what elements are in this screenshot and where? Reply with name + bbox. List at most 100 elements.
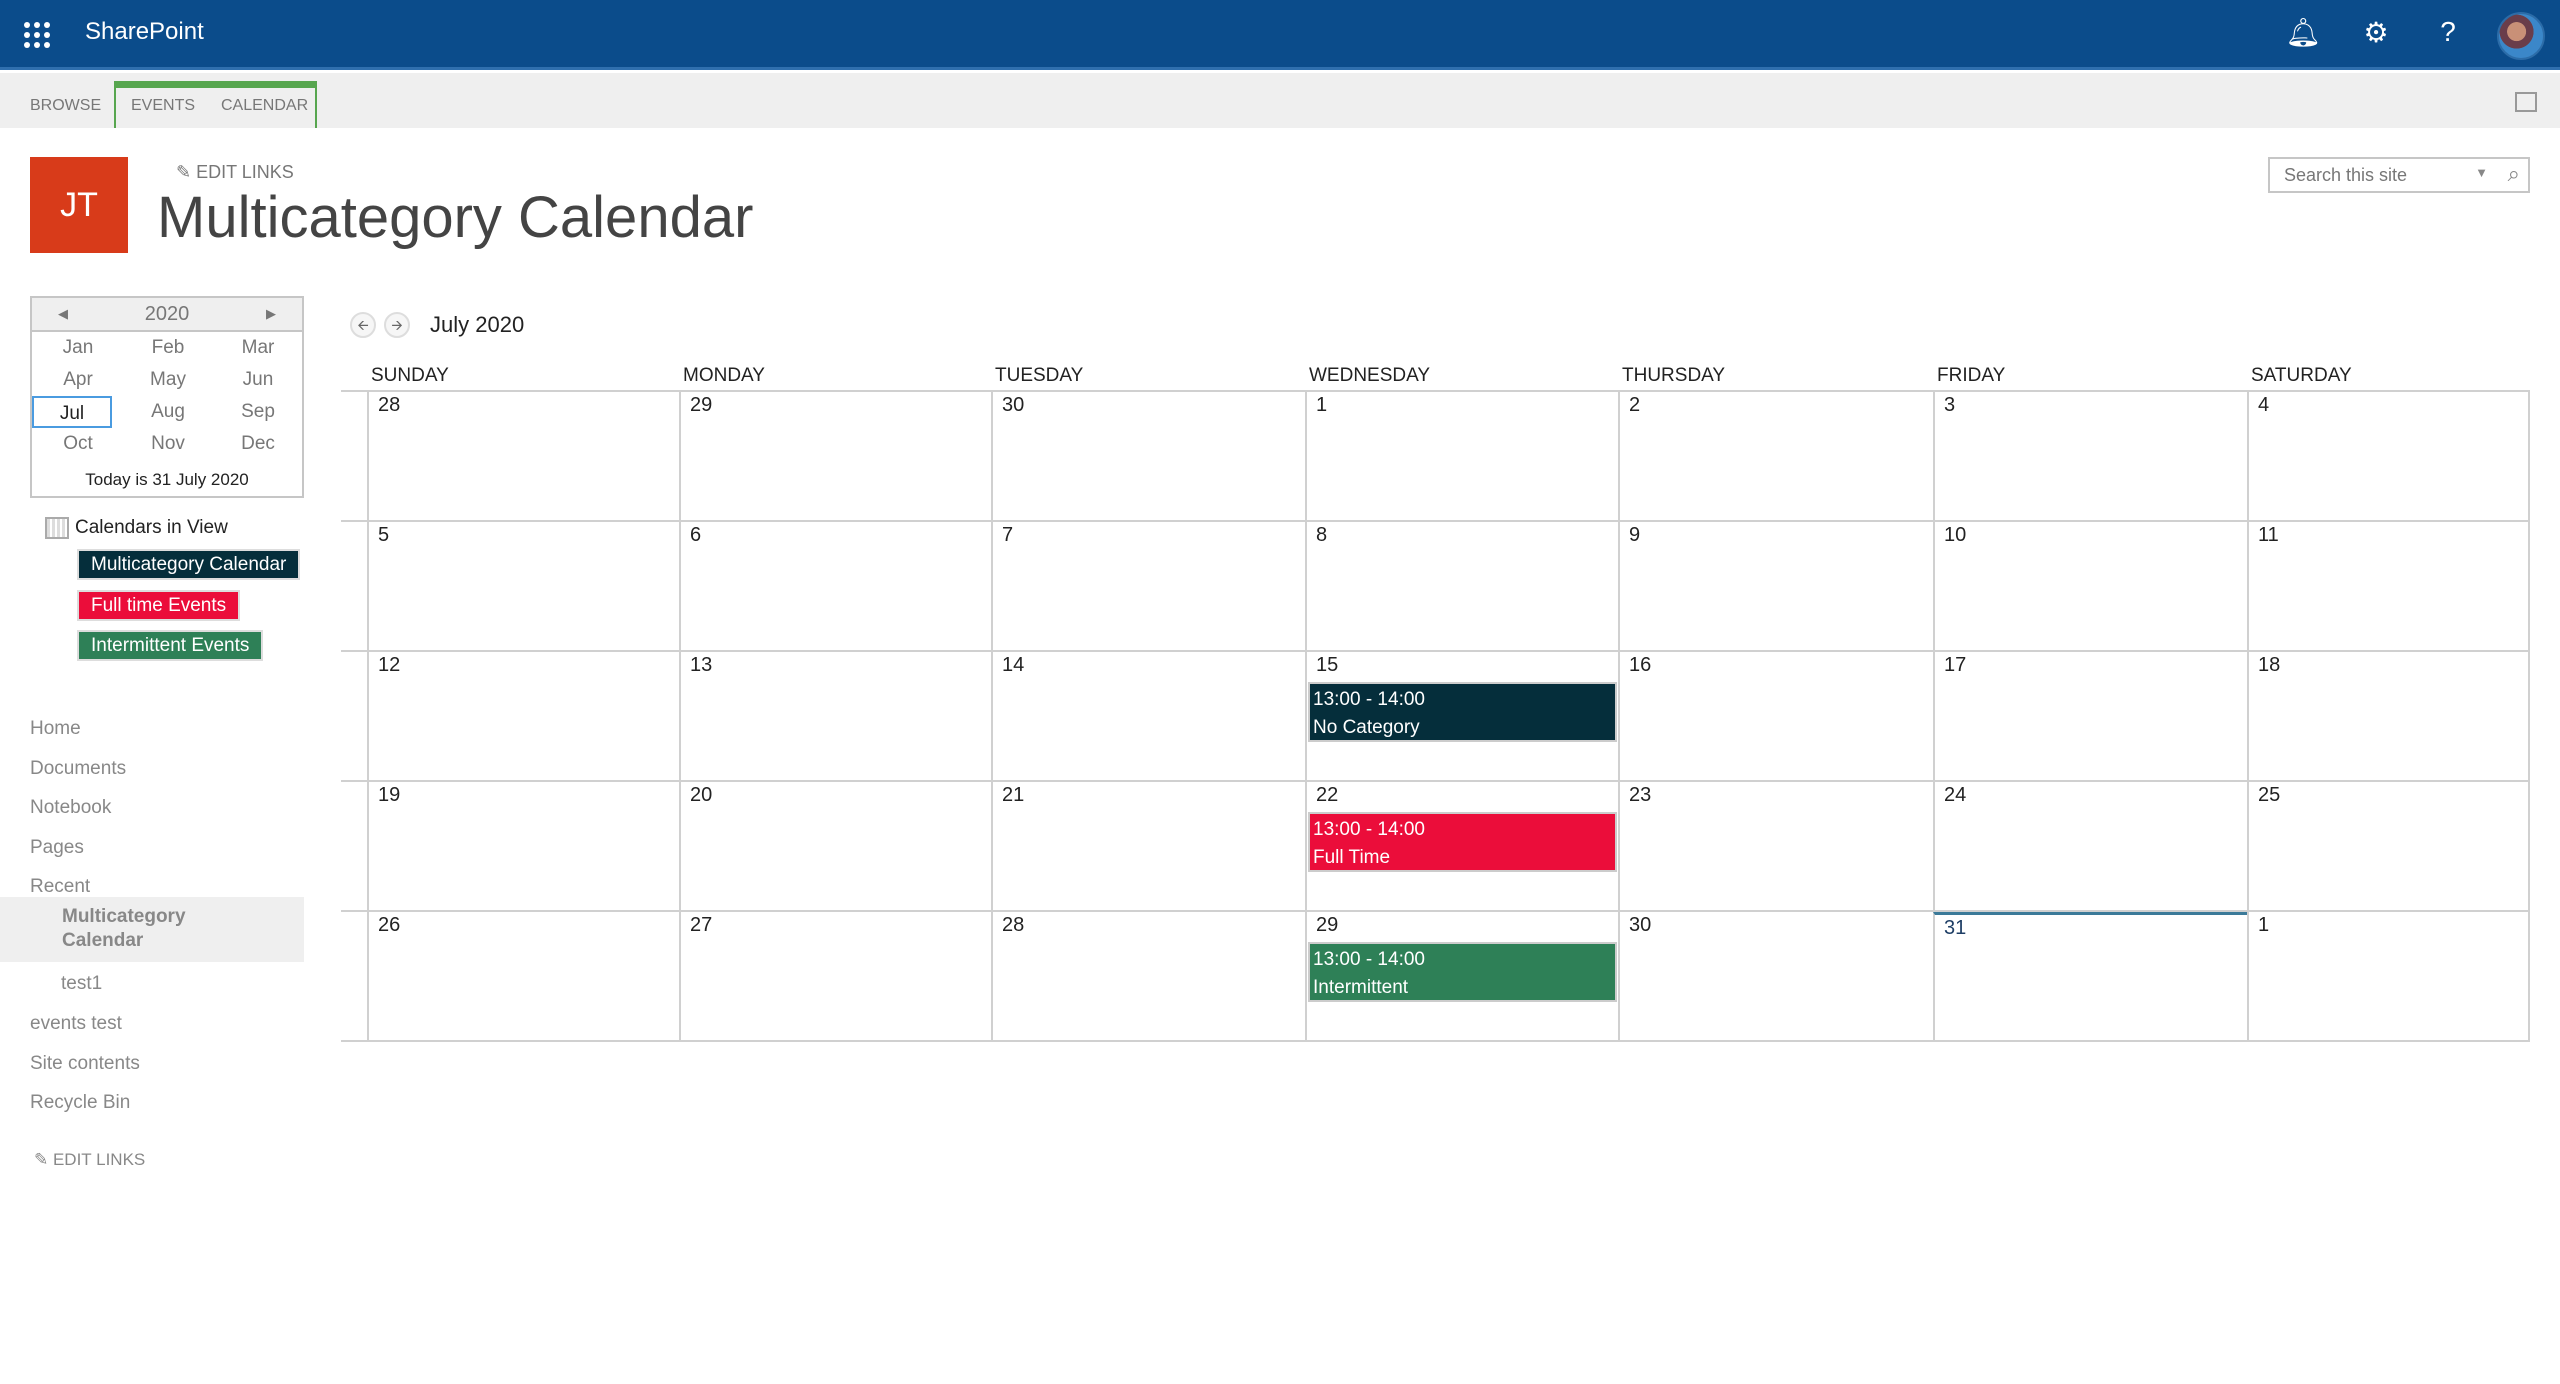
day-number[interactable]: 30 [994, 392, 1304, 422]
day-number[interactable]: 9 [1621, 522, 1932, 552]
day-cell[interactable]: 26 [367, 912, 679, 1040]
day-number[interactable]: 1 [2250, 912, 2527, 942]
month-jul[interactable]: Jul [32, 396, 112, 428]
bell-icon[interactable]: 🔔︎ [2283, 16, 2323, 49]
day-cell[interactable]: 11 [2247, 522, 2530, 650]
day-number[interactable]: 28 [370, 392, 678, 422]
chevron-down-icon[interactable]: ▼ [2475, 165, 2488, 180]
day-number[interactable]: 16 [1621, 652, 1932, 682]
app-launcher-icon[interactable] [24, 22, 50, 48]
tab-calendar[interactable]: CALENDAR [221, 97, 308, 115]
next-month-button[interactable]: 🡪 [384, 312, 410, 338]
site-logo[interactable]: JT [30, 157, 128, 253]
calendar-event[interactable]: 13:00 - 14:00 Intermittent [1308, 942, 1617, 1002]
day-number[interactable]: 29 [682, 392, 990, 422]
month-jun[interactable]: Jun [214, 364, 302, 396]
month-dec[interactable]: Dec [214, 428, 302, 460]
day-number[interactable]: 2 [1621, 392, 1932, 422]
day-cell[interactable]: 21 [991, 782, 1305, 910]
day-number[interactable]: 25 [2250, 782, 2527, 812]
day-cell[interactable]: 31 [1933, 912, 2247, 1040]
calendar-event[interactable]: 13:00 - 14:00 No Category [1308, 682, 1617, 742]
day-cell[interactable]: 2 [1618, 392, 1933, 520]
day-cell[interactable]: 15 13:00 - 14:00 No Category [1305, 652, 1618, 780]
month-mar[interactable]: Mar [214, 332, 302, 364]
day-number[interactable]: 17 [1936, 652, 2246, 682]
edit-links-top[interactable]: ✎ EDIT LINKS [176, 162, 294, 183]
day-number[interactable]: 18 [2250, 652, 2527, 682]
tab-browse[interactable]: BROWSE [30, 97, 101, 115]
day-cell[interactable]: 5 [367, 522, 679, 650]
prev-year-icon[interactable]: ◀ [58, 298, 68, 330]
calendar-event[interactable]: 13:00 - 14:00 Full Time [1308, 812, 1617, 872]
day-cell[interactable]: 10 [1933, 522, 2247, 650]
day-cell[interactable]: 23 [1618, 782, 1933, 910]
day-number[interactable]: 22 [1308, 782, 1617, 812]
month-sep[interactable]: Sep [214, 396, 302, 428]
day-cell[interactable]: 12 [367, 652, 679, 780]
today-label[interactable]: Today is 31 July 2020 [32, 470, 302, 490]
month-nov[interactable]: Nov [124, 428, 212, 460]
day-cell[interactable]: 24 [1933, 782, 2247, 910]
day-cell[interactable]: 28 [991, 912, 1305, 1040]
day-cell[interactable]: 25 [2247, 782, 2530, 910]
nav-item-home[interactable]: Home [30, 718, 81, 740]
day-number[interactable]: 23 [1621, 782, 1932, 812]
day-cell[interactable]: 28 [367, 392, 679, 520]
month-jan[interactable]: Jan [34, 332, 122, 364]
day-cell[interactable]: 19 [367, 782, 679, 910]
brand-link[interactable]: SharePoint [85, 18, 204, 46]
day-number[interactable]: 3 [1936, 392, 2246, 422]
tab-events[interactable]: EVENTS [131, 97, 195, 115]
day-number[interactable]: 8 [1308, 522, 1617, 552]
day-number[interactable]: 5 [370, 522, 678, 552]
day-cell[interactable]: 29 [679, 392, 991, 520]
day-number[interactable]: 11 [2250, 522, 2527, 552]
day-number[interactable]: 6 [682, 522, 990, 552]
calendar-overlay-button[interactable]: Full time Events [77, 590, 241, 621]
day-number[interactable]: 27 [682, 912, 990, 942]
day-cell[interactable]: 20 [679, 782, 991, 910]
edit-links-nav[interactable]: ✎ EDIT LINKS [34, 1150, 145, 1170]
day-cell[interactable]: 27 [679, 912, 991, 1040]
month-may[interactable]: May [124, 364, 212, 396]
day-cell[interactable]: 1 [1305, 392, 1618, 520]
search-icon[interactable]: ⌕ [2508, 161, 2520, 187]
calendar-overlay-button[interactable]: Intermittent Events [77, 630, 264, 661]
search-input[interactable]: Search this site ▼ ⌕ [2268, 157, 2530, 193]
day-number[interactable]: 1 [1308, 392, 1617, 422]
nav-item[interactable]: Site contents [30, 1053, 140, 1075]
day-cell[interactable]: 9 [1618, 522, 1933, 650]
day-number[interactable]: 26 [370, 912, 678, 942]
day-number[interactable]: 7 [994, 522, 1304, 552]
focus-on-content-icon[interactable] [2515, 92, 2537, 112]
day-cell[interactable]: 14 [991, 652, 1305, 780]
nav-item[interactable]: events test [30, 1013, 122, 1035]
month-aug[interactable]: Aug [124, 396, 212, 428]
day-cell[interactable]: 30 [1618, 912, 1933, 1040]
next-year-icon[interactable]: ▶ [266, 298, 276, 330]
month-feb[interactable]: Feb [124, 332, 212, 364]
help-icon[interactable]: ? [2428, 16, 2468, 48]
nav-item-documents[interactable]: Documents [30, 758, 126, 780]
nav-item-recent[interactable]: Recent [30, 876, 90, 898]
day-cell[interactable]: 16 [1618, 652, 1933, 780]
day-number[interactable]: 19 [370, 782, 678, 812]
nav-recent-item[interactable]: test1 [61, 973, 102, 995]
day-number[interactable]: 30 [1621, 912, 1932, 942]
day-cell[interactable]: 17 [1933, 652, 2247, 780]
day-number[interactable]: 31 [1936, 915, 2246, 945]
day-number[interactable]: 4 [2250, 392, 2527, 422]
day-number[interactable]: 14 [994, 652, 1304, 682]
day-number[interactable]: 24 [1936, 782, 2246, 812]
nav-item-selected[interactable]: Multicategory Calendar [0, 897, 304, 962]
day-cell[interactable]: 7 [991, 522, 1305, 650]
nav-item-pages[interactable]: Pages [30, 837, 84, 859]
day-number[interactable]: 29 [1308, 912, 1617, 942]
day-cell[interactable]: 22 13:00 - 14:00 Full Time [1305, 782, 1618, 910]
day-cell[interactable]: 8 [1305, 522, 1618, 650]
day-cell[interactable]: 3 [1933, 392, 2247, 520]
day-number[interactable]: 13 [682, 652, 990, 682]
day-number[interactable]: 20 [682, 782, 990, 812]
day-cell[interactable]: 1 [2247, 912, 2530, 1040]
